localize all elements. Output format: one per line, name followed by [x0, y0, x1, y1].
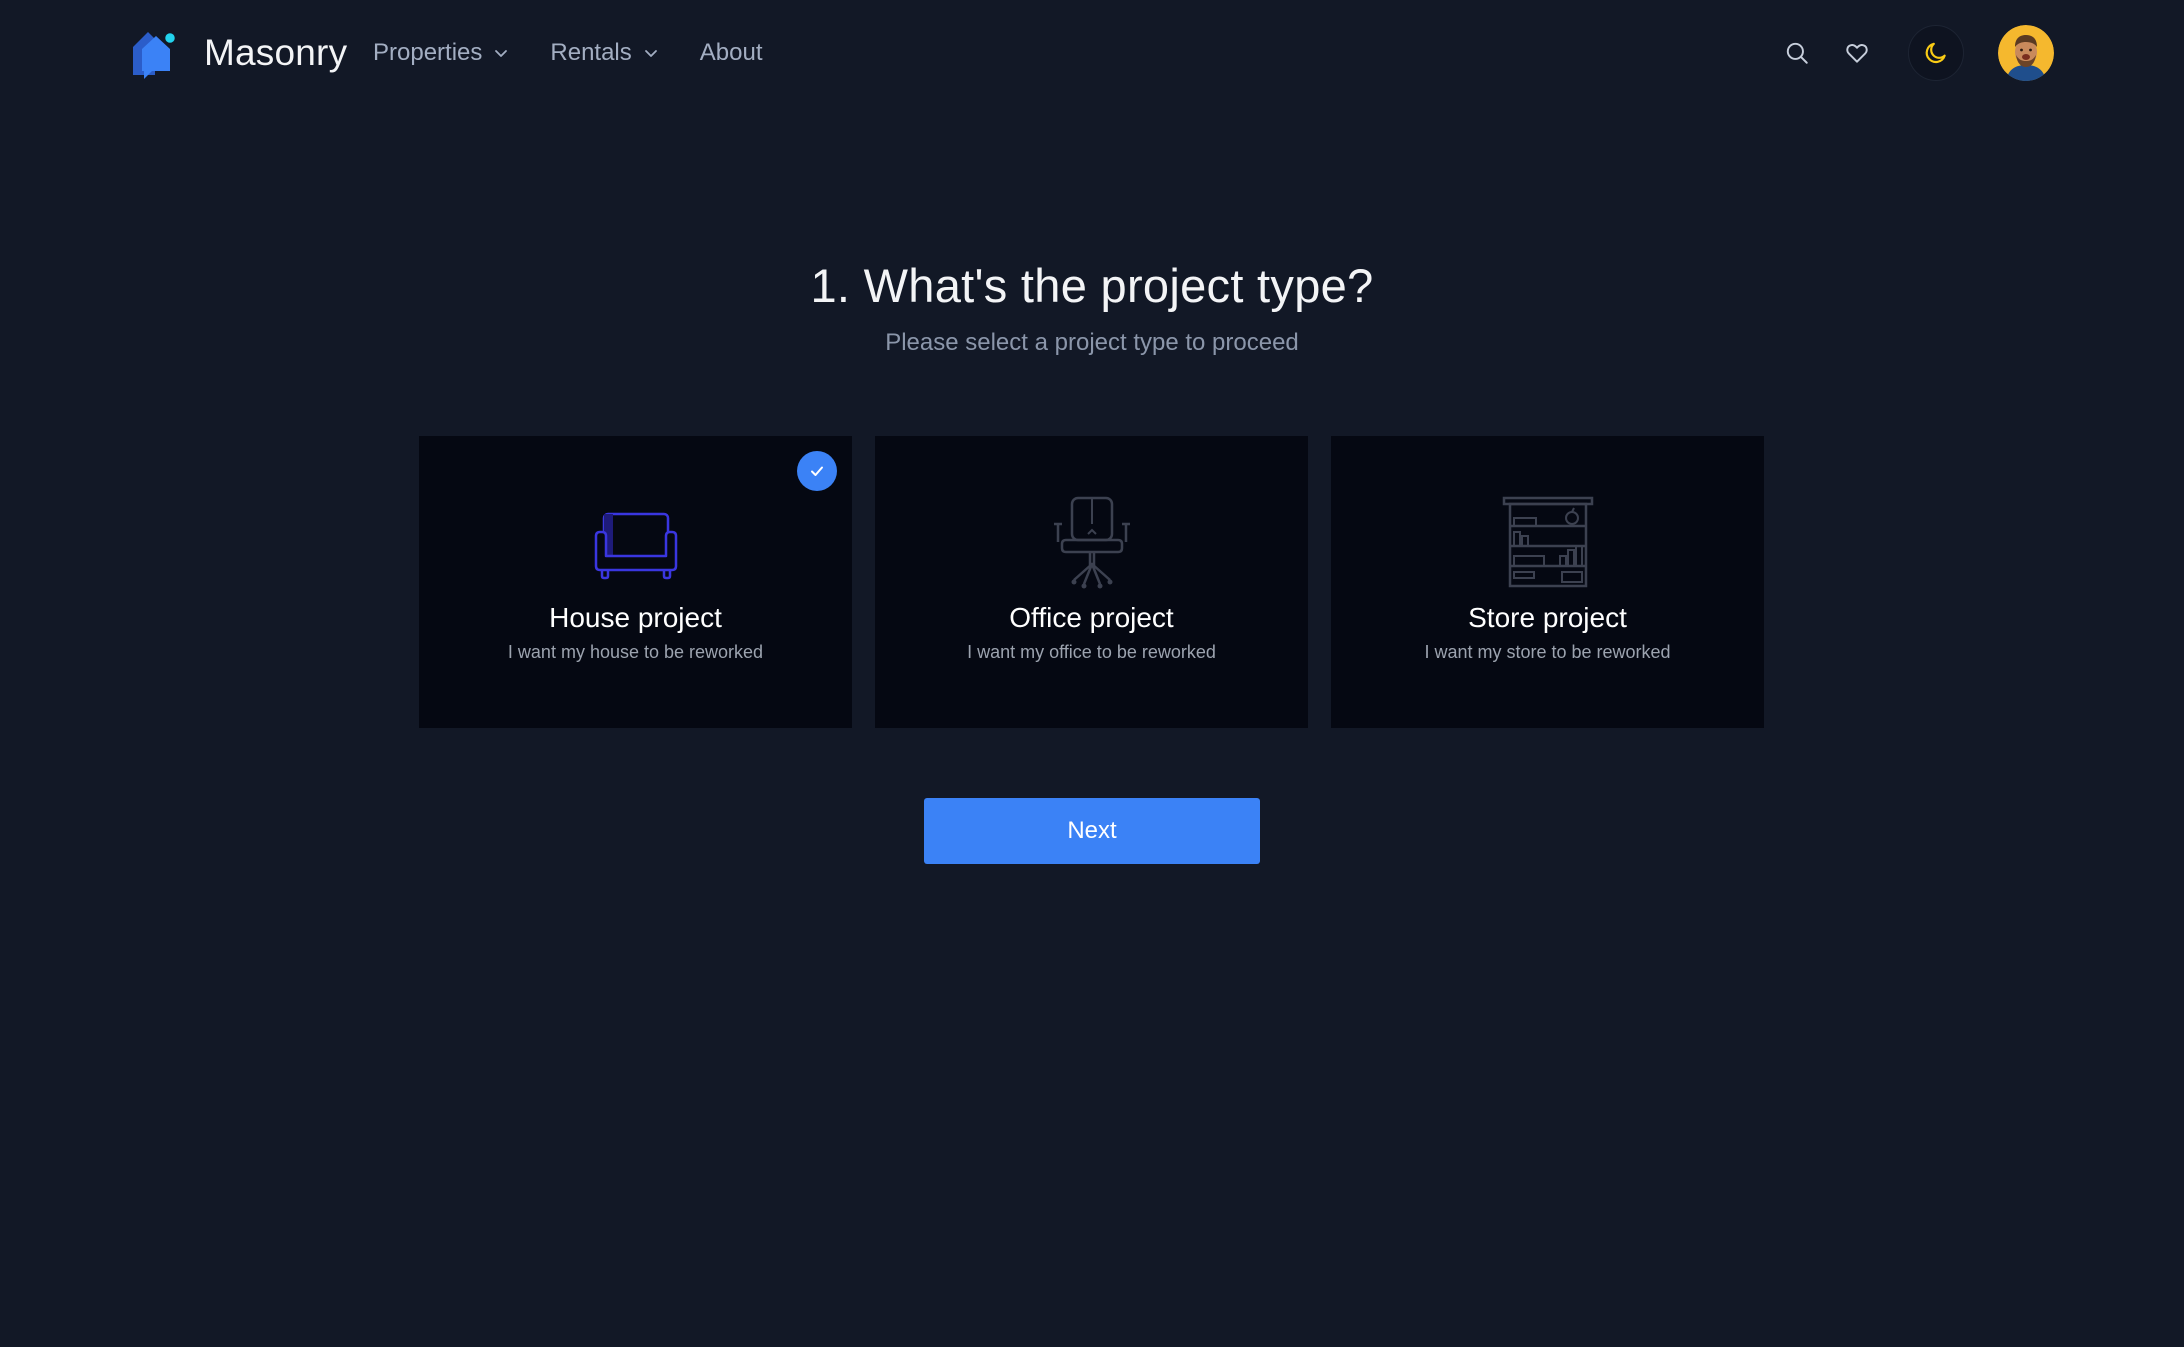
house-logo-icon: [133, 30, 178, 79]
top-navbar: Masonry Properties Rentals About: [0, 0, 2184, 105]
project-card-store[interactable]: Store project I want my store to be rewo…: [1331, 436, 1764, 728]
favorites-button[interactable]: [1841, 37, 1873, 69]
card-title: Office project: [1009, 602, 1174, 633]
card-description: I want my office to be reworked: [967, 642, 1216, 662]
avatar[interactable]: [1998, 25, 2054, 81]
project-type-options: House project I want my house to be rewo…: [419, 436, 1764, 728]
chevron-down-icon: [495, 50, 508, 57]
chevron-down-icon: [644, 50, 657, 57]
header-actions: [1781, 24, 2054, 82]
page-subtitle: Please select a project type to proceed: [885, 329, 1299, 356]
card-title: Store project: [1468, 602, 1627, 633]
heart-icon: [1846, 44, 1868, 63]
check-icon: [811, 466, 823, 476]
nav-item-properties[interactable]: Properties: [373, 39, 509, 67]
project-card-office[interactable]: Office project I want my office to be re…: [875, 436, 1308, 728]
brand-name: Masonry: [204, 31, 348, 73]
user-avatar-image: [1998, 25, 2054, 81]
nav-item-about[interactable]: About: [700, 39, 763, 67]
moon-icon: [1925, 42, 1946, 64]
nav-item-rentals[interactable]: Rentals: [550, 39, 658, 67]
card-title: House project: [549, 602, 722, 633]
sofa-icon: [594, 512, 677, 580]
nav-item-label: About: [699, 39, 763, 66]
project-card-house[interactable]: House project I want my house to be rewo…: [419, 436, 852, 728]
nav-item-label: Rentals: [550, 39, 632, 66]
search-icon: [1786, 42, 1808, 64]
step-heading: 1. What's the project type? Please selec…: [0, 258, 2184, 357]
store-shelf-icon: [1502, 496, 1593, 588]
nav-item-label: Properties: [373, 39, 483, 66]
main-nav: Properties Rentals About: [373, 36, 803, 70]
card-description: I want my house to be reworked: [507, 642, 764, 662]
office-chair-icon: [1053, 496, 1130, 589]
next-button[interactable]: Next: [924, 798, 1260, 864]
page-title: 1. What's the project type?: [810, 259, 1374, 312]
theme-toggle-button[interactable]: [1908, 25, 1964, 81]
selected-badge: [797, 451, 837, 491]
search-button[interactable]: [1781, 37, 1813, 69]
card-description: I want my store to be reworked: [1424, 642, 1671, 662]
brand[interactable]: Masonry: [130, 26, 347, 79]
